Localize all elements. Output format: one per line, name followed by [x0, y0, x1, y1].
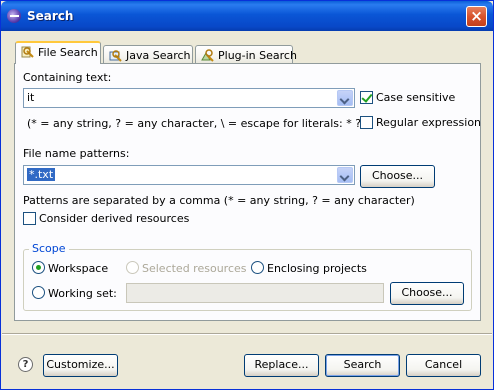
containing-text-label: Containing text:: [23, 71, 112, 84]
tab-file-search[interactable]: File Search: [15, 41, 101, 64]
help-icon[interactable]: ?: [18, 357, 33, 372]
chevron-down-icon[interactable]: [337, 167, 353, 183]
tab-file-search-label: File Search: [38, 46, 98, 59]
tab-plugin-search[interactable]: Plug-in Search: [195, 45, 297, 65]
workspace-label: Workspace: [48, 262, 109, 275]
file-name-patterns-value: *.txt: [27, 168, 56, 181]
cancel-button[interactable]: Cancel: [406, 354, 481, 377]
search-dialog: Search × File Search Java Search Plug-in…: [0, 0, 494, 390]
working-set-field[interactable]: [126, 283, 384, 303]
consider-derived-checkbox[interactable]: [23, 212, 36, 225]
consider-derived-label: Consider derived resources: [39, 212, 190, 225]
choose-working-set-button[interactable]: Choose...: [390, 282, 464, 305]
regular-expression-label: Regular expression: [376, 116, 482, 129]
tab-java-search[interactable]: Java Search: [103, 45, 193, 65]
close-button[interactable]: ×: [466, 6, 487, 27]
case-sensitive-checkbox[interactable]: [360, 91, 373, 104]
close-icon: ×: [470, 7, 483, 25]
enclosing-projects-radio[interactable]: [251, 261, 264, 274]
eclipse-icon: [7, 9, 21, 23]
workspace-radio[interactable]: [32, 261, 45, 274]
working-set-label: Working set:: [48, 287, 117, 300]
plugin-search-icon: [201, 49, 214, 62]
selected-resources-label: Selected resources: [142, 262, 247, 275]
file-name-patterns-label: File name patterns:: [23, 147, 130, 160]
patterns-hint: Patterns are separated by a comma (* = a…: [23, 194, 415, 207]
customize-button[interactable]: Customize...: [43, 354, 118, 377]
file-search-icon: [21, 46, 34, 58]
window-title: Search: [27, 9, 74, 23]
enclosing-projects-label: Enclosing projects: [267, 262, 367, 275]
file-name-patterns-combo[interactable]: *.txt: [23, 165, 355, 185]
case-sensitive-label: Case sensitive: [376, 91, 456, 104]
containing-text-value: it: [27, 91, 35, 104]
title-bar[interactable]: Search ×: [1, 1, 493, 31]
selected-resources-radio[interactable]: [126, 261, 139, 274]
containing-text-combo[interactable]: it: [23, 88, 355, 108]
tab-java-search-label: Java Search: [126, 49, 191, 62]
scope-group-title: Scope: [29, 242, 69, 255]
search-button[interactable]: Search: [325, 354, 400, 377]
java-search-icon: [109, 50, 122, 62]
working-set-radio[interactable]: [32, 286, 45, 299]
tab-plugin-search-label: Plug-in Search: [218, 49, 297, 62]
replace-button[interactable]: Replace...: [244, 354, 319, 377]
choose-patterns-button[interactable]: Choose...: [360, 165, 435, 188]
containing-text-hint: (* = any string, ? = any character, \ = …: [27, 117, 373, 130]
chevron-down-icon[interactable]: [337, 90, 353, 106]
regular-expression-checkbox[interactable]: [360, 116, 373, 129]
footer-separator: [2, 333, 492, 335]
